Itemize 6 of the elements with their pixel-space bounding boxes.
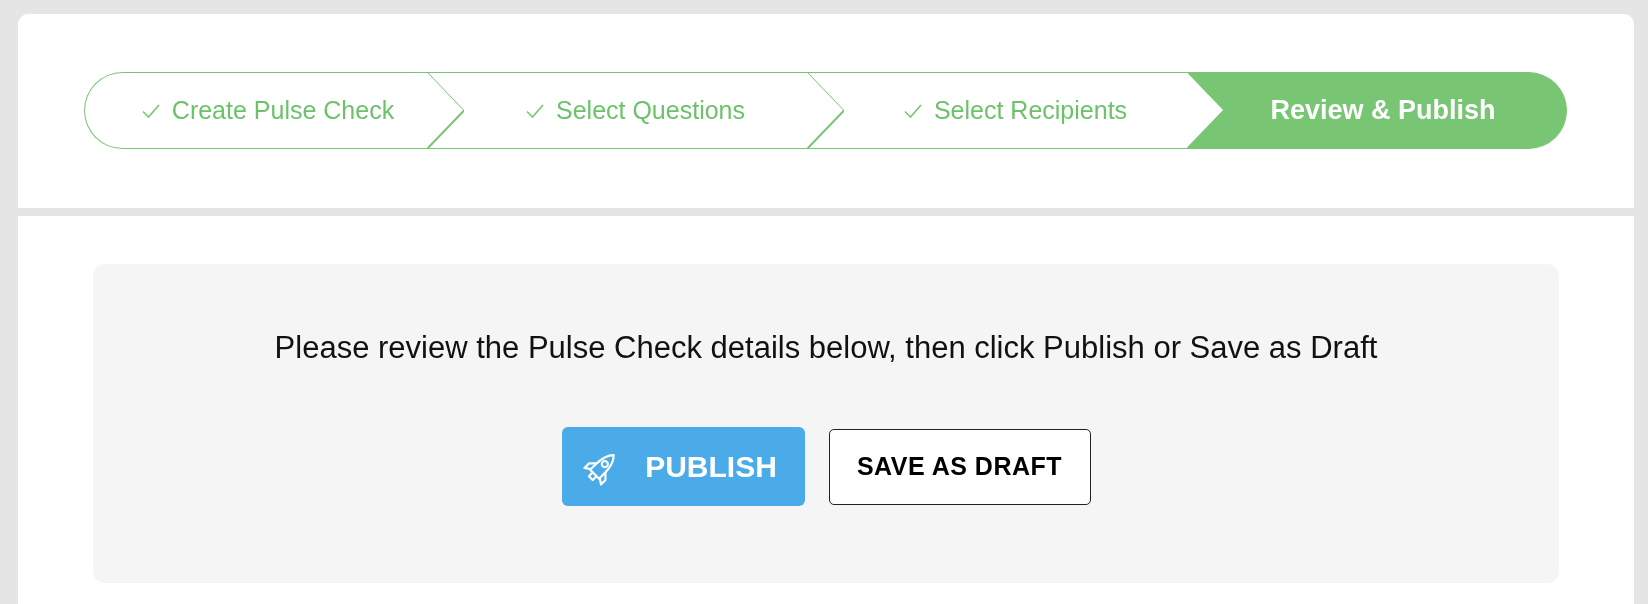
- progress-step[interactable]: Select Questions: [464, 72, 807, 149]
- progress-step[interactable]: Review & Publish: [1224, 72, 1567, 149]
- review-instructions: Please review the Pulse Check details below, then click Publish or Save as Draft: [274, 329, 1378, 367]
- publish-button[interactable]: PUBLISH: [561, 427, 805, 506]
- progress-step[interactable]: Create Pulse Check: [84, 72, 427, 149]
- save-draft-button[interactable]: SAVE AS DRAFT: [828, 428, 1091, 505]
